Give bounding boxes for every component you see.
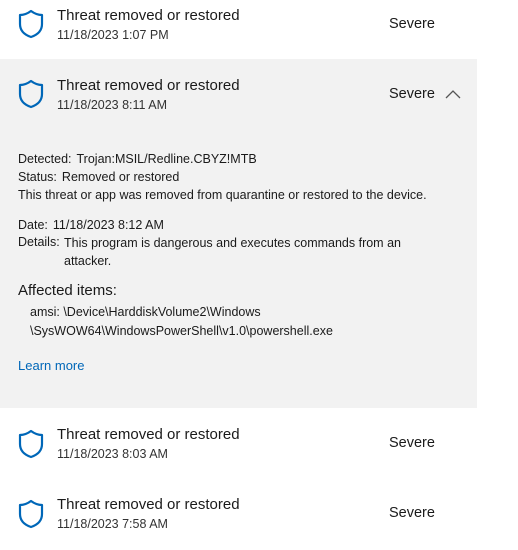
shield-icon <box>18 79 44 109</box>
date-value: 11/18/2023 8:12 AM <box>52 218 164 232</box>
chevron-up-icon[interactable] <box>444 86 462 104</box>
threat-title: Threat removed or restored <box>57 7 240 24</box>
threat-description: This threat or app was removed from quar… <box>18 188 427 202</box>
affected-path-line: amsi: \Device\HarddiskVolume2\Windows <box>30 305 261 319</box>
status-row: Status: Removed or restored <box>18 170 179 184</box>
details-label: Details: <box>18 235 60 249</box>
severity-label: Severe <box>389 16 435 32</box>
threat-date: 11/18/2023 8:11 AM <box>57 98 168 112</box>
detected-value: Trojan:MSIL/Redline.CBYZ!MTB <box>76 152 257 166</box>
threat-title: Threat removed or restored <box>57 77 240 94</box>
date-label: Date: <box>18 218 48 232</box>
threat-title: Threat removed or restored <box>57 496 240 513</box>
learn-more-link[interactable]: Learn more <box>18 358 84 373</box>
threat-date: 11/18/2023 8:03 AM <box>57 447 168 461</box>
severity-label: Severe <box>389 435 435 451</box>
shield-icon <box>18 499 44 529</box>
affected-path-line: \SysWOW64\WindowsPowerShell\v1.0\powersh… <box>30 324 333 338</box>
detected-row: Detected: Trojan:MSIL/Redline.CBYZ!MTB <box>18 152 257 166</box>
date-row: Date: 11/18/2023 8:12 AM <box>18 218 164 232</box>
status-value: Removed or restored <box>61 170 180 184</box>
affected-items-heading: Affected items: <box>18 282 117 299</box>
threat-item[interactable]: Threat removed or restored 11/18/2023 1:… <box>0 0 477 59</box>
threat-item-expanded[interactable]: Threat removed or restored 11/18/2023 8:… <box>0 59 477 408</box>
shield-icon <box>18 9 44 39</box>
detected-label: Detected: <box>18 152 72 166</box>
severity-label: Severe <box>389 86 435 102</box>
details-value: This program is dangerous and executes c… <box>64 236 401 268</box>
status-label: Status: <box>18 170 57 184</box>
threat-date: 11/18/2023 1:07 PM <box>57 28 169 42</box>
shield-icon <box>18 429 44 459</box>
threat-item[interactable]: Threat removed or restored 11/18/2023 8:… <box>0 419 477 475</box>
threat-date: 11/18/2023 7:58 AM <box>57 517 168 531</box>
threat-title: Threat removed or restored <box>57 426 240 443</box>
severity-label: Severe <box>389 505 435 521</box>
threat-item[interactable]: Threat removed or restored 11/18/2023 7:… <box>0 489 477 545</box>
